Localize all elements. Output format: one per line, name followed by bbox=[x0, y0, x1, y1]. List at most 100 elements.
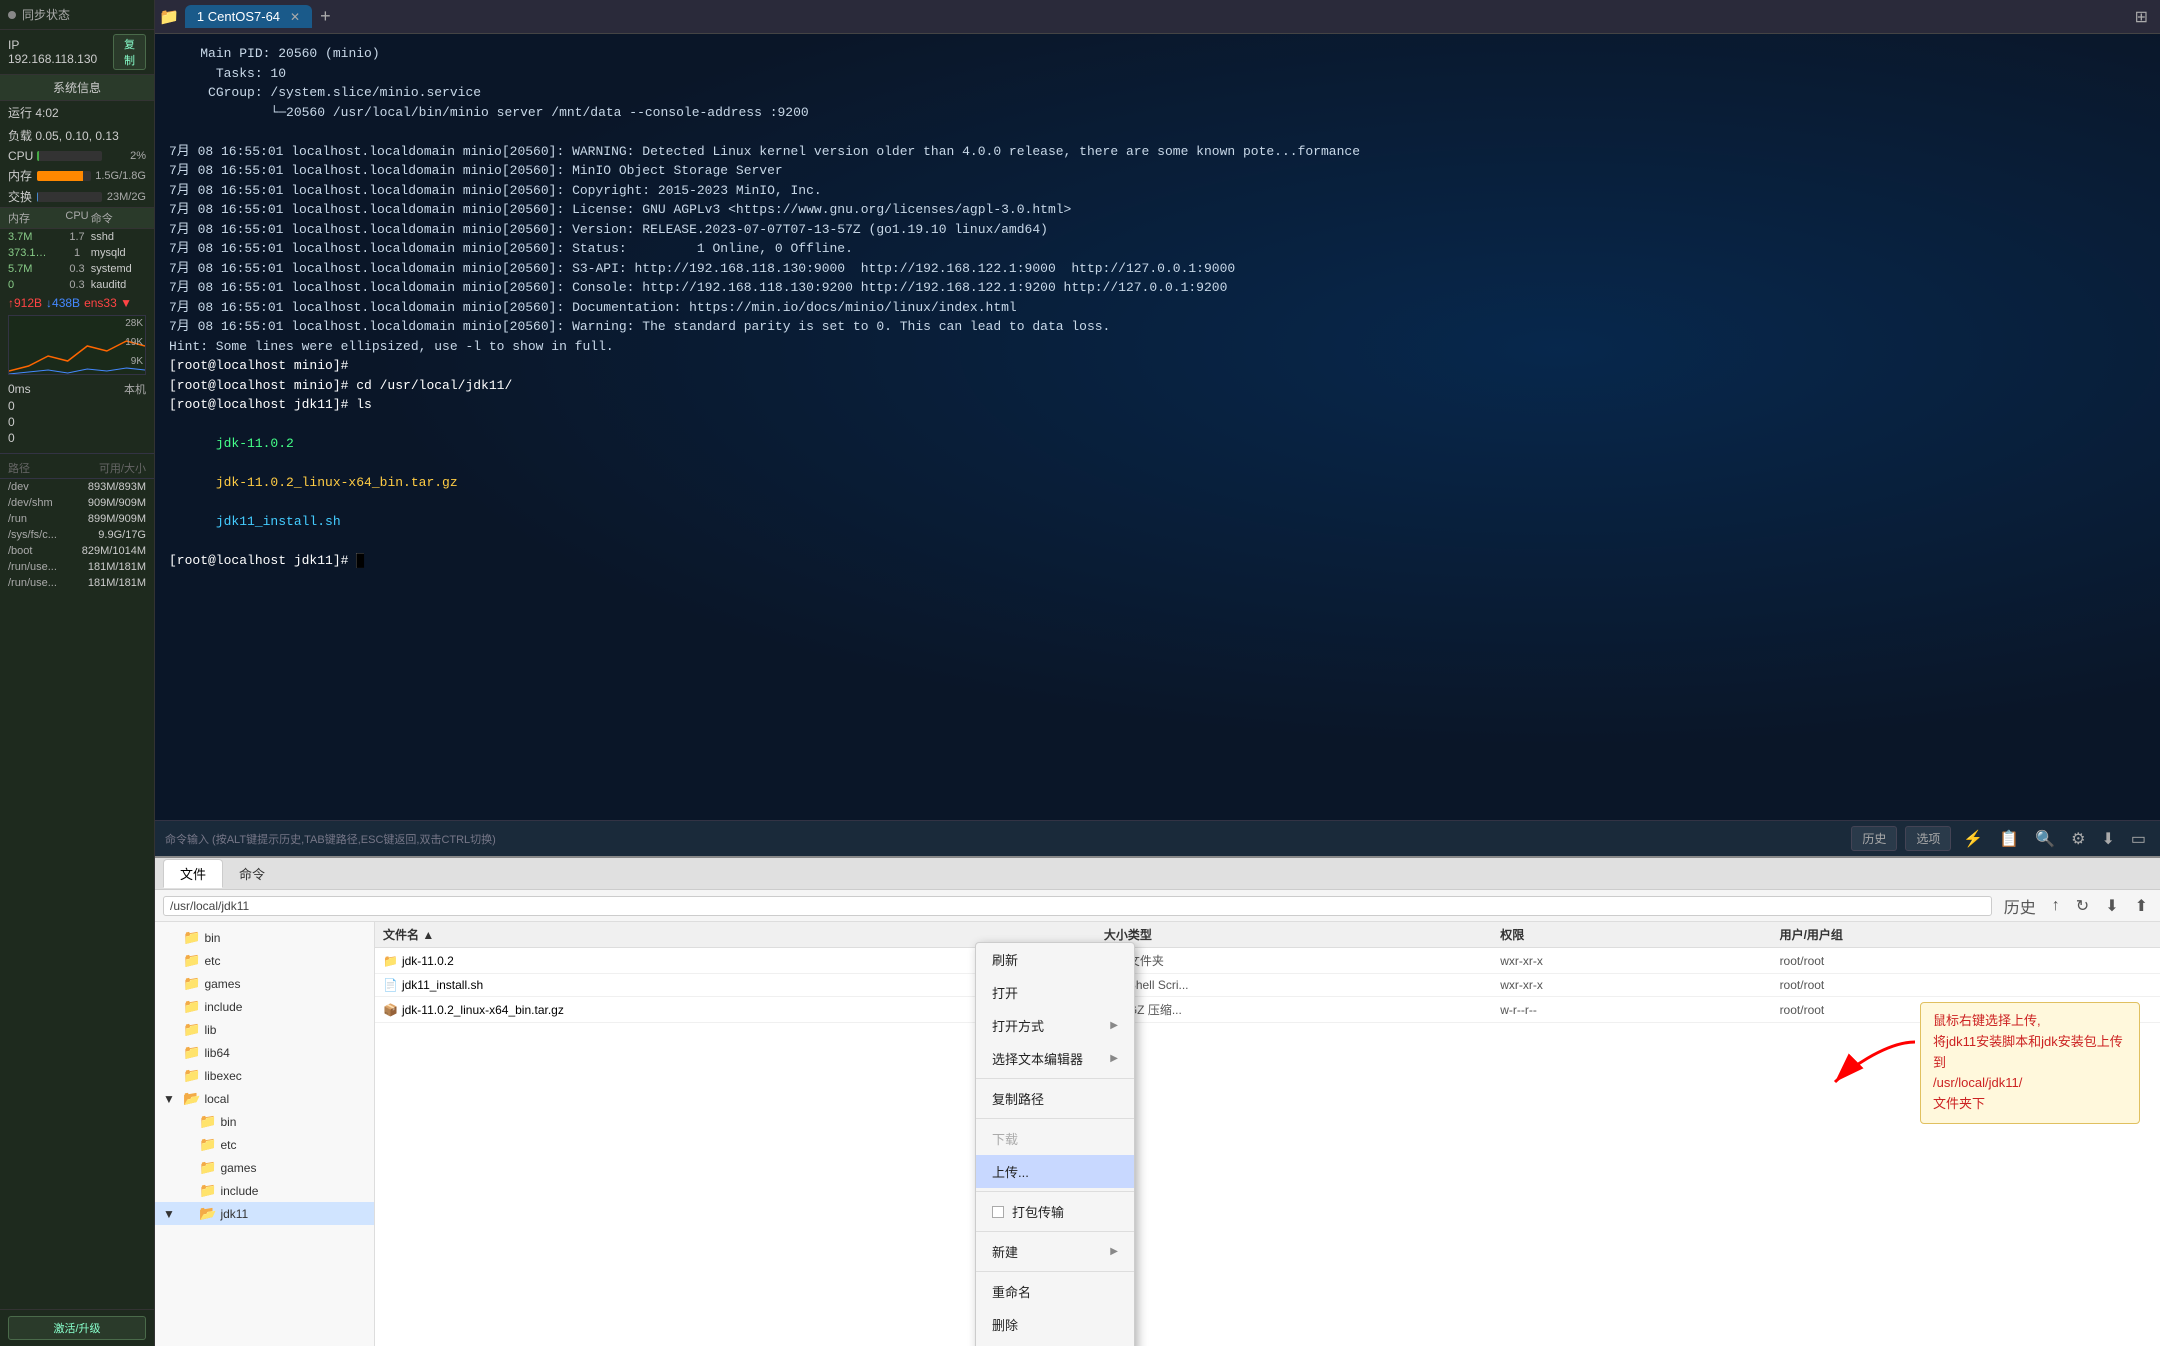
proc-cmd-3: kauditd bbox=[91, 279, 146, 291]
ctx-upload[interactable]: 上传... bbox=[976, 1155, 1134, 1188]
refresh-button[interactable]: ↻ bbox=[2072, 894, 2093, 918]
tree-item-include[interactable]: 📁 include bbox=[155, 995, 374, 1018]
file-icon-install-sh: 📄 bbox=[383, 978, 398, 992]
download-file-button[interactable]: ⬇ bbox=[2101, 894, 2122, 918]
lightning-icon[interactable]: ⚡ bbox=[1959, 827, 1987, 851]
upload-file-button[interactable]: ⬆ bbox=[2131, 894, 2152, 918]
folder-icon: 📁 bbox=[159, 7, 179, 27]
file-row-tar[interactable]: 📦 jdk-11.0.2_linux-x64_bin.tar.gz 171.3 … bbox=[375, 997, 2160, 1023]
tree-item-bin[interactable]: 📁 bin bbox=[155, 926, 374, 949]
up-button[interactable]: ↑ bbox=[2048, 895, 2064, 917]
ctx-refresh[interactable]: 刷新 bbox=[976, 943, 1134, 976]
tree-item-lib64[interactable]: 📁 lib64 bbox=[155, 1041, 374, 1064]
mem-bar-row: 内存 1.5G/1.8G bbox=[0, 165, 154, 186]
net-row: ↑912B ↓438B ens33 ▼ bbox=[0, 293, 154, 313]
sidebar: 同步状态 IP 192.168.118.130 复制 系统信息 运行 4:02 … bbox=[0, 0, 155, 1346]
ctx-copy-path[interactable]: 复制路径 bbox=[976, 1082, 1134, 1115]
folder-icon-local-include: 📁 bbox=[199, 1182, 216, 1199]
file-path: /usr/local/jdk11 bbox=[163, 896, 1992, 916]
ctx-open[interactable]: 打开 bbox=[976, 976, 1134, 1009]
download-icon[interactable]: ⬇ bbox=[2097, 827, 2118, 851]
tree-label-bin: bin bbox=[204, 931, 220, 945]
proc-cmd-0: sshd bbox=[91, 231, 146, 243]
folder-icon-lib64: 📁 bbox=[183, 1044, 200, 1061]
terminal-line-7: 7月 08 16:55:01 localhost.localdomain min… bbox=[169, 200, 2146, 220]
sync-dot bbox=[8, 11, 16, 19]
swap-fill bbox=[37, 192, 38, 202]
tree-item-libexec[interactable]: 📁 libexec bbox=[155, 1064, 374, 1087]
latency-row-1: 0 bbox=[8, 414, 146, 430]
ctx-rename[interactable]: 重命名 bbox=[976, 1275, 1134, 1308]
options-button[interactable]: 选项 bbox=[1905, 826, 1951, 851]
ctx-new[interactable]: 新建 bbox=[976, 1235, 1134, 1268]
tree-item-etc[interactable]: 📁 etc bbox=[155, 949, 374, 972]
proc-header-cmd: 命令 bbox=[91, 210, 146, 226]
cpu-bar-row: CPU 2% bbox=[0, 147, 154, 165]
ctx-download[interactable]: 下载 bbox=[976, 1122, 1134, 1155]
terminal-line-0: Main PID: 20560 (minio) bbox=[169, 44, 2146, 64]
tab-close-icon[interactable]: ✕ bbox=[290, 10, 300, 24]
file-type-tar: GZ 压缩... bbox=[1128, 1001, 1500, 1018]
file-content: 📁 bin 📁 etc 📁 games bbox=[155, 922, 2160, 1346]
terminal-line-11: 7月 08 16:55:01 localhost.localdomain min… bbox=[169, 278, 2146, 298]
copy-ip-button[interactable]: 复制 bbox=[113, 34, 146, 70]
activate-upgrade-button[interactable]: 激活/升级 bbox=[8, 1316, 146, 1340]
disk-col-size: 可用/大小 bbox=[77, 460, 146, 476]
sidebar-bottom: 激活/升级 bbox=[0, 1309, 154, 1346]
uptime-label: 运行 4:02 bbox=[8, 104, 59, 121]
tab-file[interactable]: 文件 bbox=[163, 859, 223, 888]
sync-label: 同步状态 bbox=[22, 6, 70, 23]
file-user-install-sh: root/root bbox=[1780, 978, 2152, 992]
disk-size-boot: 829M/1014M bbox=[81, 545, 146, 557]
tree-item-local-bin[interactable]: 📁 bin bbox=[155, 1110, 374, 1133]
file-perm-jdk-dir: wxr-xr-x bbox=[1500, 954, 1779, 968]
terminal-area[interactable]: Main PID: 20560 (minio) Tasks: 10 CGroup… bbox=[155, 34, 2160, 820]
folder-icon-local-etc: 📁 bbox=[199, 1136, 216, 1153]
history-button[interactable]: 历史 bbox=[1851, 826, 1897, 851]
terminal-line-ls: jdk-11.0.2 jdk-11.0.2_linux-x64_bin.tar.… bbox=[169, 415, 2146, 552]
proc-cpu-1: 1 bbox=[63, 247, 91, 259]
ctx-sep-4 bbox=[976, 1231, 1134, 1232]
file-row-install-sh[interactable]: 📄 jdk11_install.sh 1.5 KB Shell Scri... … bbox=[375, 974, 2160, 997]
tab-grid-icon[interactable]: ⊞ bbox=[2135, 7, 2148, 27]
swap-track bbox=[37, 192, 102, 202]
ctx-delete[interactable]: 删除 bbox=[976, 1308, 1134, 1341]
tree-item-lib[interactable]: 📁 lib bbox=[155, 1018, 374, 1041]
history-file-button[interactable]: 历史 bbox=[2000, 892, 2040, 920]
tab-centos7[interactable]: 1 CentOS7-64 ✕ bbox=[185, 5, 312, 28]
ls-dir: jdk-11.0.2 bbox=[216, 436, 294, 451]
disk-path-runuse2: /run/use... bbox=[8, 577, 81, 589]
search-icon[interactable]: 🔍 bbox=[2031, 827, 2059, 851]
tree-item-local-include[interactable]: 📁 include bbox=[155, 1179, 374, 1202]
settings-icon[interactable]: ⚙ bbox=[2067, 827, 2089, 851]
tab-command[interactable]: 命令 bbox=[223, 860, 281, 887]
ls-space1 bbox=[216, 456, 239, 471]
disk-row-runuse1: /run/use... 181M/181M bbox=[0, 559, 154, 575]
ctx-quick-delete[interactable]: 快速删除 (rm命令) bbox=[976, 1341, 1134, 1346]
tree-label-include: include bbox=[204, 1000, 242, 1014]
minimize-icon[interactable]: ▭ bbox=[2127, 827, 2150, 851]
file-label-jdk-dir: jdk-11.0.2 bbox=[402, 954, 454, 968]
tree-item-local-games[interactable]: 📁 games bbox=[155, 1156, 374, 1179]
mem-track bbox=[37, 171, 91, 181]
folder-open-icon-local: 📂 bbox=[183, 1090, 200, 1107]
ctx-text-editor[interactable]: 选择文本编辑器 bbox=[976, 1042, 1134, 1075]
load-label: 负载 0.05, 0.10, 0.13 bbox=[8, 127, 119, 144]
net-up-icon: ↑912B bbox=[8, 296, 42, 310]
ctx-pack-transfer[interactable]: 打包传输 bbox=[976, 1195, 1134, 1228]
file-row-jdk-dir[interactable]: 📁 jdk-11.0.2 文件夹 wxr-xr-x root/root bbox=[375, 948, 2160, 974]
tree-item-jdk11[interactable]: ▼ 📂 jdk11 bbox=[155, 1202, 374, 1225]
disk-size-devshm: 909M/909M bbox=[81, 497, 146, 509]
file-name-jdk-dir: 📁 jdk-11.0.2 bbox=[383, 954, 942, 968]
folder-icon-games: 📁 bbox=[183, 975, 200, 992]
tree-item-local-etc[interactable]: 📁 etc bbox=[155, 1133, 374, 1156]
col-header-user: 用户/用户组 bbox=[1780, 926, 2152, 943]
tree-item-games[interactable]: 📁 games bbox=[155, 972, 374, 995]
copy-icon[interactable]: 📋 bbox=[1995, 827, 2023, 851]
swap-val: 23M/2G bbox=[106, 191, 146, 203]
tree-item-local[interactable]: ▼ 📂 local bbox=[155, 1087, 374, 1110]
disk-path-boot: /boot bbox=[8, 545, 81, 557]
ctx-open-with[interactable]: 打开方式 bbox=[976, 1009, 1134, 1042]
tab-add-button[interactable]: + bbox=[320, 6, 331, 27]
sysinfo-label: 系统信息 bbox=[0, 75, 154, 101]
